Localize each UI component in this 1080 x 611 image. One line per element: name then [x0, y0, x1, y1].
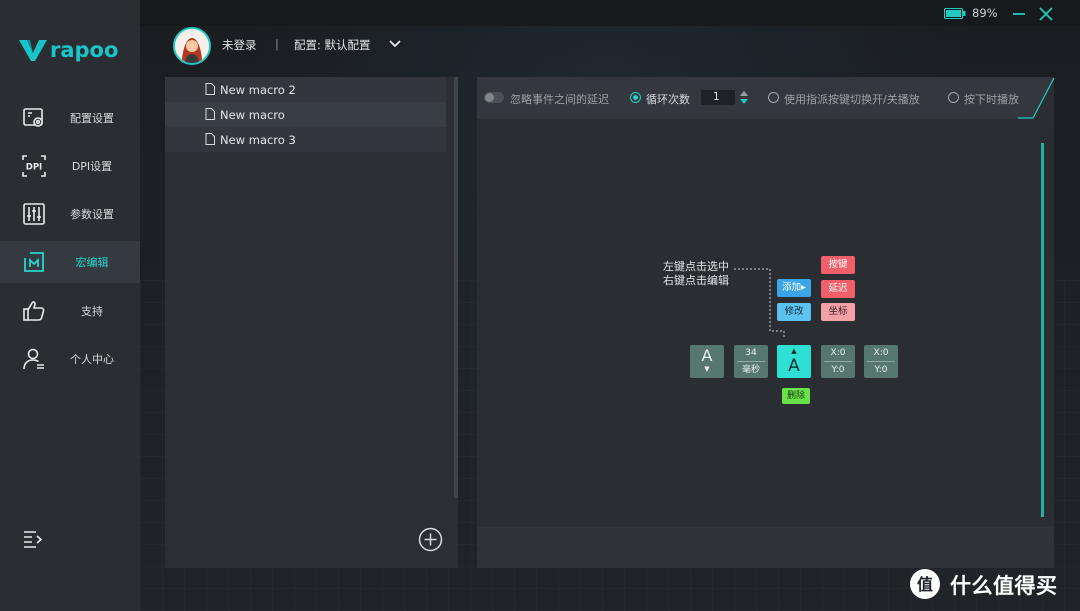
add-key-button[interactable]: 按键 — [821, 256, 855, 274]
macro-name: New macro 3 — [220, 132, 296, 147]
sidebar-item-label: 参数设置 — [70, 208, 114, 221]
user-avatar-icon — [175, 29, 209, 63]
add-macro-icon[interactable] — [418, 527, 443, 552]
loop-count-label: 循环次数 — [646, 93, 690, 106]
battery-icon — [944, 8, 966, 19]
smzdm-logo-icon: 值 — [910, 569, 940, 599]
file-icon — [205, 133, 215, 145]
macro-coordinate-block[interactable]: X:0 Y:0 — [864, 345, 898, 378]
close-icon[interactable] — [1038, 6, 1054, 22]
sidebar-item-label: 支持 — [81, 305, 103, 318]
macro-key-block[interactable]: A ▼ — [690, 345, 724, 378]
thumbs-up-icon — [23, 301, 45, 321]
loop-count-input[interactable]: 1 — [701, 90, 735, 105]
title-bar — [140, 0, 1080, 26]
list-item[interactable]: New macro — [165, 102, 446, 127]
sidebar-item-parameter-settings[interactable]: 参数设置 — [0, 193, 140, 235]
sidebar-item-dpi-settings[interactable]: DPI DPI设置 — [0, 145, 140, 187]
sidebar-item-macro-editor[interactable]: 宏编辑 — [0, 241, 140, 283]
collapse-sidebar-icon[interactable] — [22, 529, 44, 549]
delete-action-button[interactable]: 删除 — [782, 388, 810, 404]
stepper-up-icon[interactable] — [739, 90, 749, 97]
file-icon — [205, 108, 215, 120]
hold-mode-radio[interactable] — [948, 92, 959, 103]
battery-percentage: 89% — [972, 6, 998, 20]
macro-icon — [24, 252, 44, 272]
rapoo-logo-mark-icon — [19, 40, 47, 61]
sliders-icon — [23, 203, 45, 225]
list-item[interactable]: New macro 2 — [165, 77, 446, 102]
user-center-icon — [23, 348, 44, 370]
macro-delay-block[interactable]: 34 毫秒 — [734, 345, 768, 378]
header-divider: | — [275, 37, 279, 51]
rapoo-logo: rapoo — [18, 36, 118, 64]
ignore-delay-toggle[interactable] — [484, 92, 504, 103]
watermark-text: 什么值得买 — [950, 574, 1058, 598]
macro-name: New macro — [220, 107, 285, 122]
toggle-mode-label: 使用指派按键切换开/关播放 — [784, 93, 920, 106]
macro-key-block-selected[interactable]: ▲ A — [777, 345, 811, 378]
add-coordinate-button[interactable]: 坐标 — [821, 303, 855, 321]
sidebar-item-support[interactable]: 支持 — [0, 290, 140, 332]
watermark: 值 什么值得买 — [909, 566, 1065, 602]
loop-count-radio[interactable] — [630, 92, 641, 103]
macro-coordinate-block[interactable]: X:0 Y:0 — [821, 345, 855, 378]
hold-mode-label: 按下时播放 — [964, 93, 1019, 106]
login-status[interactable]: 未登录 — [222, 37, 257, 53]
stepper-down-icon[interactable] — [739, 98, 749, 105]
config-settings-icon — [23, 108, 43, 127]
svg-text:DPI: DPI — [26, 163, 42, 173]
sidebar-item-label: 个人中心 — [70, 353, 114, 366]
hint-connector-line — [734, 268, 785, 338]
minimize-icon[interactable] — [1011, 6, 1027, 22]
chevron-down-icon[interactable] — [388, 38, 402, 50]
sidebar-item-user-center[interactable]: 个人中心 — [0, 338, 140, 380]
modify-action-button[interactable]: 修改 — [777, 303, 811, 321]
svg-text:值: 值 — [917, 575, 933, 594]
avatar[interactable] — [173, 27, 211, 65]
toolbar-accent-line — [1018, 77, 1055, 119]
macro-name: New macro 2 — [220, 82, 296, 97]
dpi-icon: DPI — [22, 155, 46, 177]
brand-name: rapoo — [50, 38, 119, 62]
editor-scrollbar[interactable] — [1041, 143, 1044, 517]
add-action-button[interactable]: 添加▸ — [777, 279, 811, 297]
macro-list: New macro 2 New macro New macro 3 — [165, 77, 446, 152]
editor-footer — [477, 527, 1054, 568]
sidebar-item-label: 宏编辑 — [75, 256, 109, 269]
profile-selector[interactable]: 配置: 默认配置 — [294, 37, 371, 53]
sidebar-item-label: DPI设置 — [71, 160, 113, 173]
sidebar: rapoo 配置设置 DPI DPI设置 参数设置 宏编辑 支持 个人中心 — [0, 0, 140, 611]
file-icon — [205, 83, 215, 95]
list-item[interactable]: New macro 3 — [165, 127, 446, 152]
toggle-mode-radio[interactable] — [768, 92, 779, 103]
sidebar-item-label: 配置设置 — [70, 112, 114, 125]
macro-list-scrollbar[interactable] — [454, 77, 458, 498]
ignore-delay-label: 忽略事件之间的延迟 — [510, 93, 609, 106]
add-delay-button[interactable]: 延迟 — [821, 280, 855, 298]
sidebar-item-config-settings[interactable]: 配置设置 — [0, 97, 140, 139]
